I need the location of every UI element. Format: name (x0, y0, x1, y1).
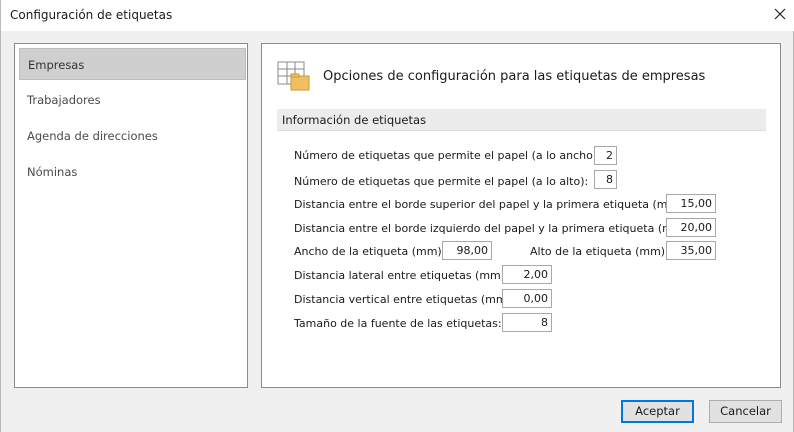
alto-count-input[interactable] (594, 170, 617, 189)
panel-title: Opciones de configuración para las etiqu… (323, 69, 706, 84)
cancel-button[interactable]: Cancelar (709, 400, 782, 423)
sidebar: Empresas Trabajadores Agenda de direccio… (14, 43, 248, 388)
sidebar-item-label: Agenda de direcciones (27, 129, 158, 143)
dist-superior-input[interactable] (666, 194, 716, 213)
labels-config-icon (277, 61, 311, 91)
sidebar-item-label: Empresas (28, 58, 85, 72)
title-bar: Configuración de etiquetas (1, 0, 794, 31)
config-panel: Opciones de configuración para las etiqu… (261, 43, 781, 388)
close-icon[interactable] (771, 5, 789, 23)
label-ancho-count: Número de etiquetas que permite el papel… (294, 149, 601, 162)
label-tamano-fuente: Tamaño de la fuente de las etiquetas: (294, 317, 502, 330)
label-alto-etiqueta: Alto de la etiqueta (mm): (530, 245, 669, 258)
section-title: Información de etiquetas (282, 113, 427, 127)
label-dist-izquierdo: Distancia entre el borde izquierdo del p… (294, 222, 692, 235)
ancho-etiqueta-input[interactable] (442, 241, 492, 260)
label-alto-count: Número de etiquetas que permite el papel… (294, 175, 589, 188)
ancho-count-input[interactable] (594, 146, 617, 165)
dist-vertical-input[interactable] (502, 289, 552, 308)
section-header: Información de etiquetas (277, 109, 766, 131)
sidebar-item-nominas[interactable]: Nóminas (19, 156, 246, 188)
label-dist-superior: Distancia entre el borde superior del pa… (294, 198, 687, 211)
label-ancho-etiqueta: Ancho de la etiqueta (mm): (294, 245, 446, 258)
label-dist-lateral: Distancia lateral entre etiquetas (mm): (294, 269, 509, 282)
label-dist-vertical: Distancia vertical entre etiquetas (mm): (294, 293, 515, 306)
alto-etiqueta-input[interactable] (666, 241, 716, 260)
sidebar-item-empresas[interactable]: Empresas (19, 48, 246, 80)
tamano-fuente-input[interactable] (502, 313, 552, 332)
sidebar-item-trabajadores[interactable]: Trabajadores (19, 84, 246, 116)
accept-button[interactable]: Aceptar (621, 400, 694, 423)
window-title: Configuración de etiquetas (10, 8, 173, 22)
sidebar-item-label: Nóminas (27, 165, 78, 179)
dist-izquierdo-input[interactable] (666, 218, 716, 237)
sidebar-item-agenda[interactable]: Agenda de direcciones (19, 120, 246, 152)
dist-lateral-input[interactable] (502, 265, 552, 284)
sidebar-item-label: Trabajadores (27, 93, 101, 107)
dialog-window: Configuración de etiquetas Empresas Trab… (0, 0, 794, 432)
